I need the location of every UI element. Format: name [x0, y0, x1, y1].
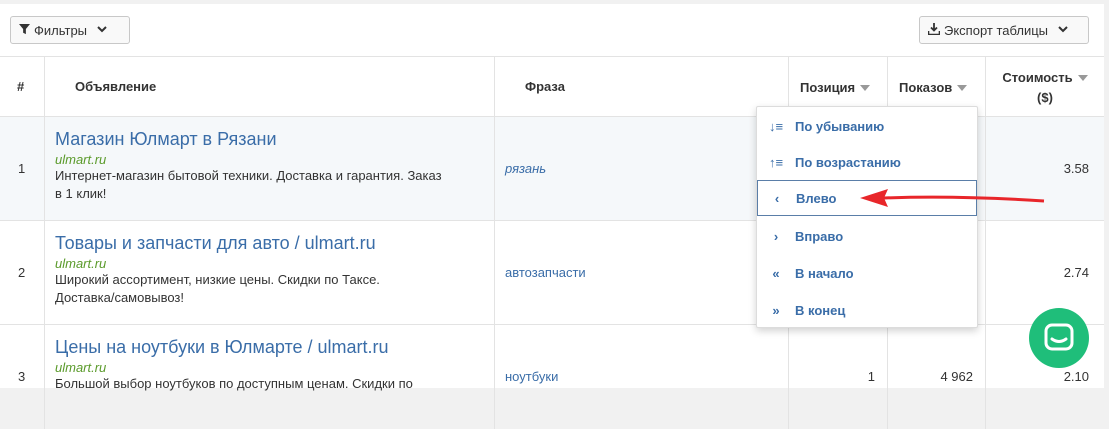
menu-item-move-start[interactable]: « В начало: [757, 255, 977, 291]
chevron-right-icon: ›: [773, 228, 779, 244]
export-label: Экспорт таблицы: [944, 22, 1048, 38]
phrase-link[interactable]: автозапчасти: [505, 265, 586, 280]
position-value: 1: [867, 369, 875, 384]
menu-item-sort-asc[interactable]: ↑≡ По возрастанию: [757, 144, 977, 180]
ad-title-link[interactable]: Цены на ноутбуки в Юлмарте / ulmart.ru: [55, 337, 413, 358]
cost-value: 2.10: [1063, 369, 1089, 384]
column-header-shows[interactable]: Показов: [899, 79, 968, 97]
chat-icon: [1044, 323, 1074, 351]
download-icon: [927, 22, 941, 38]
sort-caret-icon: [957, 84, 968, 91]
ad-url: ulmart.ru: [55, 152, 107, 167]
chevron-down-icon: [1058, 25, 1068, 36]
phrase-link[interactable]: ноутбуки: [505, 369, 558, 384]
row-number: 2: [18, 265, 26, 280]
row-number: 1: [18, 161, 26, 176]
column-options-menu: ↓≡ По убыванию ↑≡ По возрастанию ‹ Влево…: [756, 106, 978, 328]
export-table-button[interactable]: Экспорт таблицы: [919, 16, 1089, 44]
filter-icon: [19, 23, 30, 38]
chevron-down-icon: [97, 25, 107, 36]
phrase-link[interactable]: рязань: [505, 161, 546, 176]
chevron-left-icon: ‹: [774, 190, 780, 206]
chat-widget-button[interactable]: [1029, 308, 1089, 368]
menu-item-move-right[interactable]: › Вправо: [757, 218, 977, 254]
cost-value: 3.58: [1063, 161, 1089, 176]
sort-caret-icon: [860, 84, 871, 91]
double-chevron-right-icon: »: [772, 302, 780, 318]
filters-button[interactable]: Фильтры: [10, 16, 130, 44]
row-number: 3: [18, 369, 26, 384]
column-header-num: #: [17, 79, 25, 94]
ad-title-link[interactable]: Товары и запчасти для авто / ulmart.ru: [55, 233, 380, 254]
menu-item-sort-desc[interactable]: ↓≡ По убыванию: [757, 108, 977, 144]
ad-description: в 1 клик!: [55, 186, 107, 201]
ad-url: ulmart.ru: [55, 256, 107, 271]
column-header-position[interactable]: Позиция: [800, 79, 871, 97]
ad-description: Интернет-магазин бытовой техники. Достав…: [55, 168, 442, 183]
ad-title-link[interactable]: Магазин Юлмарт в Рязани: [55, 129, 442, 150]
menu-item-move-end[interactable]: » В конец: [757, 292, 977, 328]
menu-item-label: В конец: [795, 302, 846, 318]
shows-value: 4 962: [940, 369, 973, 384]
table-row: 3 Цены на ноутбуки в Юлмарте / ulmart.ru…: [0, 325, 1104, 429]
column-header-phrase[interactable]: Фраза: [525, 79, 565, 94]
column-header-ad[interactable]: Объявление: [75, 79, 156, 94]
menu-item-label: Влево: [796, 190, 837, 206]
ad-url: ulmart.ru: [55, 360, 107, 375]
column-header-position-label: Позиция: [800, 80, 856, 95]
menu-item-label: В начало: [795, 265, 854, 281]
column-header-cost[interactable]: Стоимость ($): [986, 69, 1104, 109]
ad-description: Широкий ассортимент, низкие цены. Скидки…: [55, 272, 380, 287]
ad-description: Доставка/самовывоз!: [55, 290, 185, 305]
double-chevron-left-icon: «: [772, 265, 780, 281]
menu-item-label: По убыванию: [795, 118, 885, 134]
menu-item-label: Вправо: [795, 228, 844, 244]
sort-asc-icon: ↑≡: [768, 154, 784, 170]
ad-description: Большой выбор ноутбуков по доступным цен…: [55, 376, 413, 391]
menu-item-label: По возрастанию: [795, 154, 901, 170]
column-header-cost-unit: ($): [1037, 90, 1053, 105]
annotation-arrow-icon: [860, 189, 1045, 207]
sort-desc-icon: ↓≡: [768, 118, 784, 134]
cost-value: 2.74: [1063, 265, 1089, 280]
column-header-shows-label: Показов: [899, 80, 953, 95]
filters-label: Фильтры: [34, 22, 88, 38]
sort-caret-icon: [1077, 74, 1088, 81]
column-header-cost-label: Стоимость: [1002, 70, 1073, 85]
